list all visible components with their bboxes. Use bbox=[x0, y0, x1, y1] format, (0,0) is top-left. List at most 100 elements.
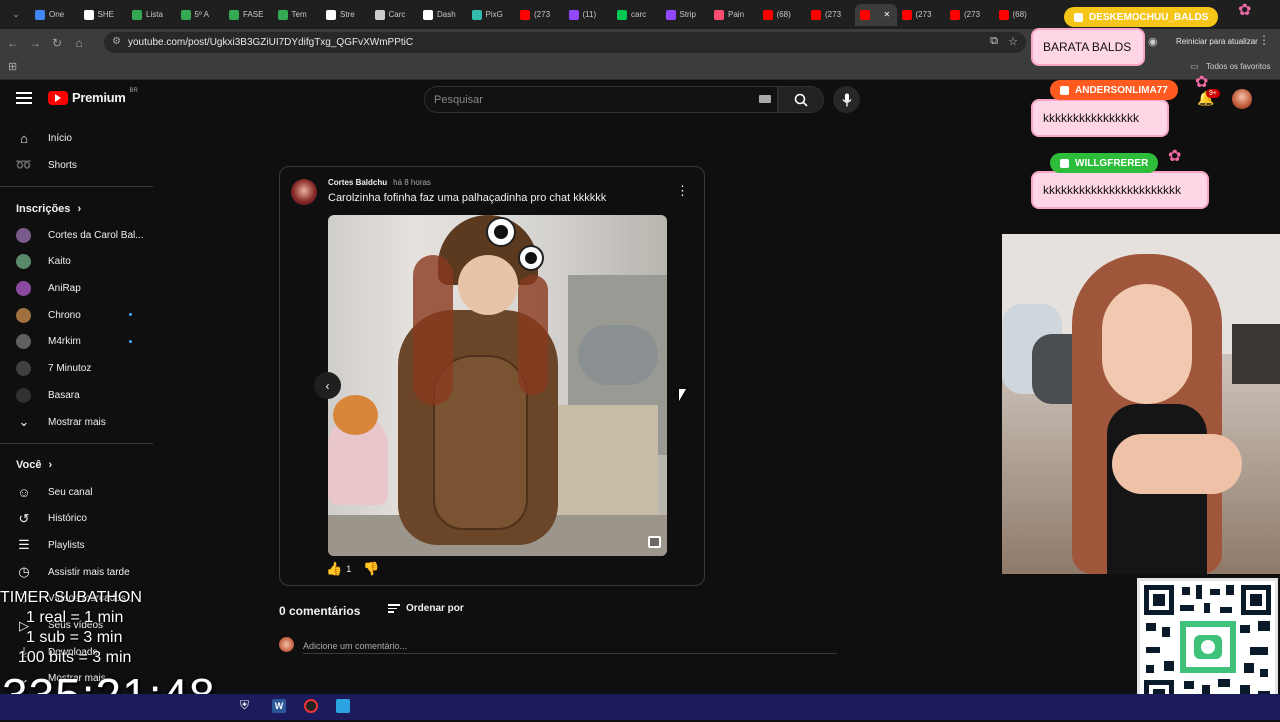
browser-tab[interactable]: (273 bbox=[897, 4, 946, 26]
tab-favicon-icon bbox=[901, 9, 912, 20]
chat-message: kkkkkkkkkkkkkkkkkkkkkkk bbox=[1031, 171, 1209, 209]
subscriptions-heading[interactable]: Inscrições › bbox=[16, 203, 81, 215]
logo-text: Premium bbox=[72, 90, 126, 105]
sidebar-item-you[interactable]: ◷ Assistir mais tarde bbox=[16, 559, 152, 585]
browser-tab[interactable]: (273 bbox=[515, 4, 564, 26]
browser-tab[interactable]: One bbox=[30, 4, 79, 26]
sidebar-item-label: Kaito bbox=[48, 256, 71, 268]
browser-tab[interactable]: (273 bbox=[945, 4, 994, 26]
sort-button[interactable]: Ordenar por bbox=[388, 603, 464, 614]
you-heading[interactable]: Você › bbox=[16, 459, 52, 471]
post-channel-name[interactable]: Cortes Baldchu bbox=[328, 178, 387, 187]
browser-tab[interactable]: Tem bbox=[273, 4, 322, 26]
browser-tab[interactable]: carc bbox=[612, 4, 661, 26]
browser-tab[interactable]: Carc bbox=[370, 4, 419, 26]
home-browser-icon[interactable]: ⌂ bbox=[68, 32, 90, 54]
tab-favicon-icon bbox=[374, 9, 385, 20]
tab-label: (273 bbox=[825, 10, 842, 19]
sidebar-subscription[interactable]: Basara bbox=[16, 382, 152, 408]
browser-tab[interactable]: ✕ bbox=[854, 3, 897, 26]
browser-tab[interactable]: Lista bbox=[127, 4, 176, 26]
youtube-premium-logo[interactable]: Premium BR bbox=[48, 88, 138, 105]
browser-tab[interactable]: Strip bbox=[661, 4, 710, 26]
tab-label: (273 bbox=[534, 10, 551, 19]
like-count: 1 bbox=[346, 564, 352, 574]
sidebar-subscription[interactable]: 7 Minutoz bbox=[16, 356, 152, 382]
home-icon: ⌂ bbox=[20, 130, 28, 146]
sidebar-item-label: Início bbox=[48, 132, 72, 144]
forward-icon[interactable]: → bbox=[24, 32, 46, 54]
sidebar-subscription[interactable]: Kaito bbox=[16, 249, 152, 275]
browser-tab[interactable]: (68) bbox=[994, 4, 1043, 26]
tab-favicon-icon bbox=[665, 9, 676, 20]
sidebar-subscription[interactable]: M4rkim bbox=[16, 329, 152, 355]
channel-avatar[interactable] bbox=[291, 179, 317, 205]
post-menu-icon[interactable]: ⋮ bbox=[676, 183, 689, 199]
post-image[interactable] bbox=[328, 215, 667, 556]
account-avatar[interactable] bbox=[1232, 89, 1252, 109]
like-icon[interactable]: 👍 bbox=[326, 561, 342, 577]
shield-app-icon[interactable]: ⛨ bbox=[240, 698, 249, 713]
profile-icon[interactable]: ◉ bbox=[1148, 35, 1158, 48]
sidebar-item-label: Seu canal bbox=[48, 486, 93, 498]
sidebar-subscription[interactable]: Chrono bbox=[16, 302, 152, 328]
browser-tab[interactable]: (11) bbox=[564, 4, 613, 26]
voice-search-button[interactable] bbox=[833, 86, 860, 113]
channel-avatar bbox=[16, 361, 31, 376]
reload-icon[interactable]: ↻ bbox=[46, 32, 68, 54]
sidebar-show-more[interactable]: ⌄ Mostrar mais bbox=[16, 409, 152, 435]
address-bar[interactable]: ⚙ youtube.com/post/Ugkxi3B3GZiUI7DYdifgT… bbox=[104, 32, 1026, 53]
word-app-icon[interactable]: W bbox=[272, 699, 286, 713]
keyboard-icon[interactable] bbox=[759, 95, 771, 103]
apps-grid-icon[interactable]: ⊞ bbox=[8, 60, 17, 73]
chat-username: WILLGFRERER bbox=[1050, 153, 1159, 173]
url-text: youtube.com/post/Ugkxi3B3GZiUI7DYdifgTxg… bbox=[128, 37, 414, 48]
add-comment-input[interactable]: Adicione um comentário... bbox=[303, 636, 837, 654]
chevron-right-icon: › bbox=[48, 459, 53, 471]
chat-username: ANDERSONLIMA77 bbox=[1050, 80, 1178, 100]
browser-tab[interactable]: Dash bbox=[418, 4, 467, 26]
tab-favicon-icon bbox=[83, 9, 94, 20]
site-info-icon[interactable]: ⚙ bbox=[112, 36, 121, 47]
browser-tab[interactable]: PixG bbox=[467, 4, 516, 26]
browser-tab[interactable]: SHE bbox=[79, 4, 128, 26]
obs-app-icon[interactable] bbox=[304, 699, 318, 713]
app-icon[interactable] bbox=[336, 699, 350, 713]
tab-close-icon[interactable]: ✕ bbox=[884, 10, 891, 19]
tab-favicon-icon bbox=[859, 9, 870, 20]
sidebar-item-you[interactable]: ↺ Histórico bbox=[16, 506, 152, 532]
browser-tab[interactable]: Pain bbox=[709, 4, 758, 26]
browser-tab[interactable]: (273 bbox=[806, 4, 855, 26]
tab-favicon-icon bbox=[950, 9, 960, 20]
back-icon[interactable]: ← bbox=[2, 32, 24, 54]
update-button[interactable]: Reiniciar para atualizar bbox=[1170, 35, 1264, 48]
post-meta: Cortes Baldchu há 8 horas bbox=[328, 178, 431, 187]
menu-dots-icon[interactable]: ⋮ bbox=[1258, 33, 1270, 47]
chat-badge-icon bbox=[1060, 85, 1069, 95]
sidebar-item-you[interactable]: ☰ Playlists bbox=[16, 532, 152, 558]
sidebar-item-home[interactable]: ⌂ Início bbox=[16, 125, 152, 151]
tab-favicon-icon bbox=[714, 9, 724, 20]
search-button[interactable] bbox=[778, 86, 824, 113]
subscriptions-title: Inscrições bbox=[16, 203, 71, 215]
tab-label: carc bbox=[631, 10, 647, 19]
browser-tab[interactable]: FASE bbox=[224, 4, 273, 26]
tab-label: (68) bbox=[1012, 10, 1027, 19]
sidebar-item-you[interactable]: ☺ Seu canal bbox=[16, 479, 152, 505]
install-icon[interactable]: ⧉ bbox=[990, 35, 998, 48]
browser-tab[interactable]: (68) bbox=[758, 4, 807, 26]
sidebar-subscription[interactable]: AniRap bbox=[16, 275, 152, 301]
all-bookmarks-folder-icon[interactable]: ▭ bbox=[1190, 61, 1199, 72]
all-bookmarks-label[interactable]: Todos os favoritos bbox=[1206, 62, 1270, 71]
bookmark-star-icon[interactable]: ☆ bbox=[1008, 35, 1018, 48]
tab-label: Pain bbox=[728, 10, 745, 19]
dislike-icon[interactable]: 👎 bbox=[363, 561, 379, 577]
browser-tab[interactable]: Stre bbox=[321, 4, 370, 26]
sidebar-subscription[interactable]: Cortes da Carol Bal... bbox=[16, 222, 152, 248]
carousel-previous-button[interactable]: ‹ bbox=[314, 372, 341, 399]
tab-search-button[interactable]: ⌄ bbox=[6, 5, 26, 25]
search-input[interactable]: Pesquisar bbox=[424, 86, 778, 113]
menu-hamburger-icon[interactable] bbox=[16, 90, 32, 106]
browser-tab[interactable]: 5º A bbox=[176, 4, 225, 26]
sidebar-item-shorts[interactable]: ➿ Shorts bbox=[16, 152, 152, 178]
